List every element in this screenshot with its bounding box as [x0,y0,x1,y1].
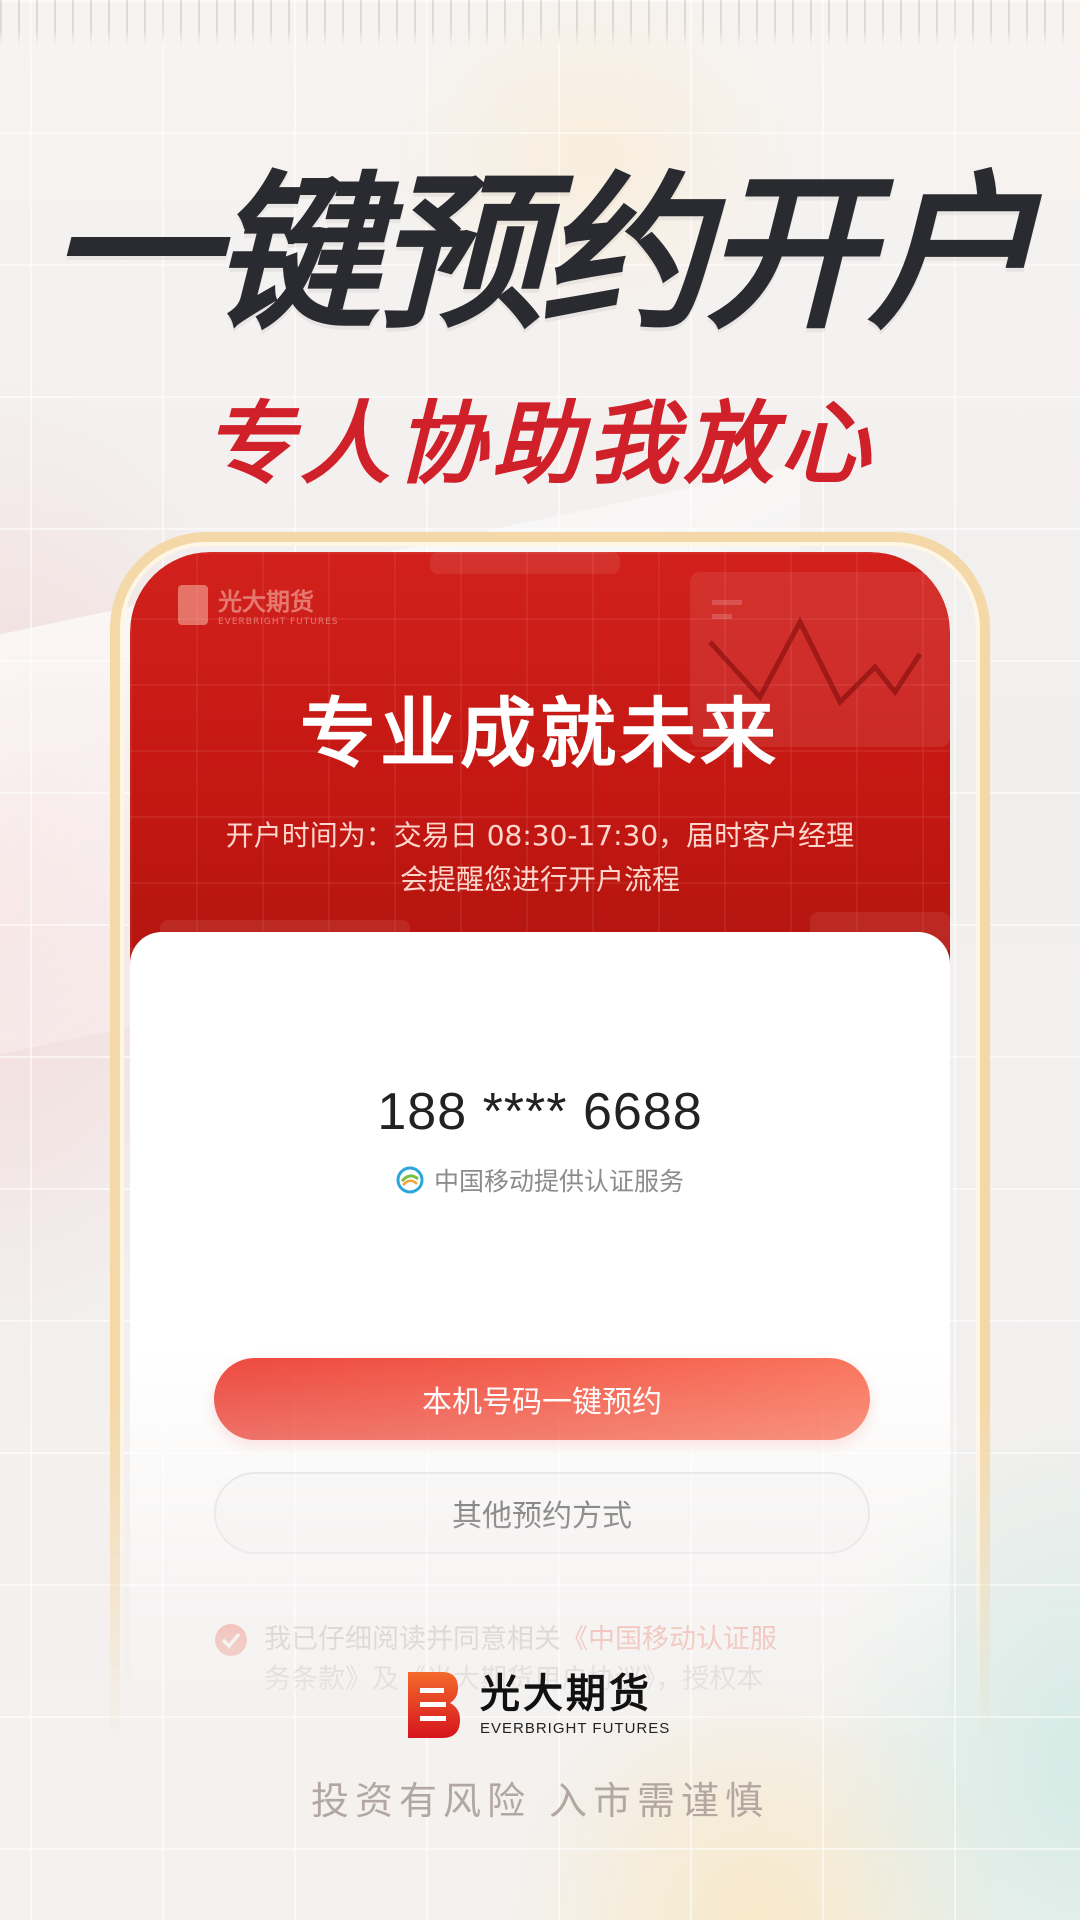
hero-deco-block [430,552,620,574]
ruler-decoration [0,0,1080,46]
other-reserve-methods-button[interactable]: 其他预约方式 [214,1472,870,1554]
carrier-row: 中国移动提供认证服务 [130,1162,950,1198]
headline: 一键预约开户 [48,156,1036,352]
hero-description: 开户时间为：交易日 08:30-17:30，届时客户经理 会提醒您进行开户流程 [190,814,890,902]
carrier-text: 中国移动提供认证服务 [433,1167,684,1196]
hero-title: 专业成就未来 [300,689,780,778]
agreement-prefix: 我已仔细阅读并同意相关 [264,1624,561,1655]
everbright-logo-icon [408,1672,460,1738]
phone-screen: 光大期货 EVERBRIGHT FUTURES 专业成就未来 开户时间为：交易日… [130,552,950,1812]
agreement-checkbox-icon[interactable] [214,1623,248,1657]
brand-name-cn: 光大期货 [480,1670,652,1717]
subheadline: 专人协助我放心 [204,392,876,497]
hero-desc-line2: 会提醒您进行开户流程 [399,863,680,896]
hero-logo-en: EVERBRIGHT FUTURES [218,617,339,627]
brand-logo-icon [178,584,208,625]
one-click-reserve-button[interactable]: 本机号码一键预约 [214,1358,870,1440]
brand-name-en: EVERBRIGHT FUTURES [480,1719,671,1737]
hero-desc-line1: 开户时间为：交易日 08:30-17:30，届时客户经理 [225,819,855,852]
hero-logo-cn: 光大期货 [218,588,314,616]
risk-disclaimer: 投资有风险 入市需谨慎 [310,1779,770,1823]
phone-number: 188 **** 6688 [377,1083,703,1141]
agreement-link[interactable]: 《中国移动认证服 [561,1624,777,1655]
brand-footer: 光大期货 EVERBRIGHT FUTURES [406,1670,670,1740]
hero-banner: 光大期货 EVERBRIGHT FUTURES 专业成就未来 开户时间为：交易日… [130,552,950,972]
hero-logo: 光大期货 EVERBRIGHT FUTURES [178,582,338,627]
china-mobile-icon [396,1166,424,1194]
